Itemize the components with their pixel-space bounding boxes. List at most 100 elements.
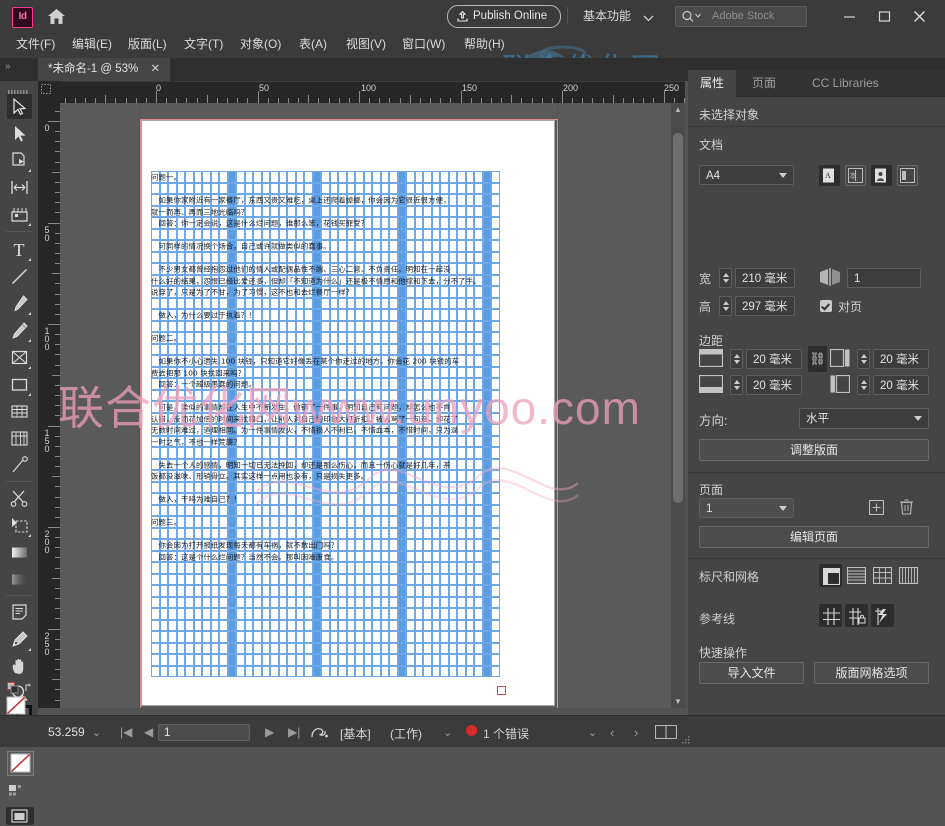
chain-link-icon[interactable]: ⛓ [808,346,827,372]
content-collector-tool[interactable] [7,202,32,227]
gradient-tool-handle[interactable] [7,453,32,478]
direction-select[interactable]: 水平 [799,408,929,429]
trash-icon[interactable] [899,499,915,516]
adobe-stock-search[interactable]: Adobe Stock [675,6,807,27]
prev-page-icon[interactable]: ◀ [144,725,153,739]
close-icon[interactable]: ✕ [151,63,161,75]
baseline-grid-icon[interactable] [845,564,868,587]
menu-view[interactable]: 视图(V) [338,31,394,58]
layout-grid[interactable]: 问题一。 如果你家附近有一家餐厅，东西又贵又难吃，桌上还爬着蟑螂，你会因为它很近… [151,171,500,681]
chevron-down-icon[interactable] [643,11,654,25]
grid-options-button[interactable]: 版面网格选项 [814,662,929,684]
web-intent-icon[interactable]: 本 [845,165,866,186]
screen-mode-row[interactable] [8,784,32,798]
menu-object[interactable]: 对象(O) [232,31,289,58]
prev-view-icon[interactable]: ‹ [610,725,614,740]
rectangle-tool[interactable] [7,372,32,397]
publish-online-button[interactable]: Publish Online [447,5,562,28]
portrait-intent-icon[interactable]: A [819,165,840,186]
workspace-switcher[interactable]: 基本功能 [583,7,631,24]
ruler-origin[interactable] [38,81,61,104]
error-dropdown-icon[interactable]: ⌄ [588,726,597,739]
first-page-icon[interactable]: |◀ [120,725,132,739]
collapse-panels-icon[interactable]: » [5,61,10,72]
import-file-button[interactable]: 导入文件 [699,662,804,684]
tab-properties[interactable]: 属性 [688,70,737,97]
error-count-label[interactable]: 1 个错误 [483,725,529,742]
fill-stroke-swap-row[interactable] [7,682,32,694]
margin-right-input[interactable]: 20 毫米 [873,375,929,395]
print-intent-icon[interactable] [871,165,892,186]
screen-mode-button[interactable] [6,807,34,825]
ruler-icon[interactable] [819,564,842,587]
apply-none-swatch[interactable] [7,751,34,776]
text-frame-handle[interactable] [497,686,506,695]
gap-tool[interactable] [7,175,32,200]
width-stepper[interactable] [719,268,732,288]
zoom-level-value[interactable]: 53.259 [48,725,85,739]
smart-guides-icon[interactable] [871,604,894,627]
gradient-swatch-tool[interactable] [7,540,32,565]
scroll-up-icon[interactable]: ▲ [674,105,682,114]
scroll-down-icon[interactable]: ▼ [674,697,682,706]
lock-guides-icon[interactable] [845,604,868,627]
layout-grid-icon[interactable] [897,564,920,587]
direct-selection-tool[interactable] [7,121,32,146]
margin-left-stepper[interactable] [857,349,870,369]
margin-top-stepper[interactable] [730,349,743,369]
tab-pages[interactable]: 页面 [740,70,788,97]
page-tool[interactable] [7,148,32,173]
menu-help[interactable]: 帮助(H) [456,31,513,58]
type-tool[interactable]: T [7,237,32,262]
facing-pages-checkbox[interactable] [820,300,832,312]
gradient-feather-tool[interactable] [7,567,32,592]
preflight-dropdown-icon[interactable]: ⌄ [443,726,452,739]
free-transform-tool[interactable] [7,426,32,451]
canvas-vertical-scrollbar[interactable]: ▲ ▼ [671,103,685,708]
margin-top-input[interactable]: 20 毫米 [746,349,802,369]
pen-tool[interactable] [7,291,32,316]
document-grid-icon[interactable] [871,564,894,587]
frame-tool[interactable] [7,345,32,370]
current-page-select[interactable]: 1 [699,498,794,518]
horizontal-ruler[interactable]: 0 50 100 150 200 250 [60,81,685,104]
table-tool[interactable] [7,399,32,424]
eyedropper-tool[interactable] [7,627,32,652]
page-number-input[interactable]: 1 [158,724,250,741]
scissors-tool[interactable] [7,486,32,511]
transform-tool[interactable] [7,513,32,538]
maximize-button[interactable] [867,0,902,31]
toolbar-grip[interactable] [8,85,30,95]
page-size-preset-select[interactable]: A4 [699,165,794,185]
menu-layout[interactable]: 版面(L) [120,31,175,58]
home-icon[interactable] [47,8,66,25]
selection-tool[interactable] [7,94,32,119]
scrollbar-thumb[interactable] [673,133,683,503]
page-1[interactable]: 问题一。 如果你家附近有一家餐厅，东西又贵又难吃，桌上还爬着蟑螂，你会因为它很近… [142,121,554,705]
mobile-intent-icon[interactable] [897,165,918,186]
hand-tool[interactable] [7,654,32,679]
last-page-icon[interactable]: ▶| [288,725,300,739]
preflight-icon[interactable] [310,725,329,742]
height-input[interactable]: 297 毫米 [735,296,795,316]
zoom-dropdown-icon[interactable]: ⌄ [92,726,101,739]
show-guides-icon[interactable] [819,604,842,627]
note-tool[interactable] [7,600,32,625]
margin-bottom-input[interactable]: 20 毫米 [746,375,802,395]
preflight-profile-label[interactable]: [基本] [340,725,371,742]
pages-count-input[interactable]: 1 [847,268,921,288]
minimize-button[interactable] [832,0,867,31]
document-tab[interactable]: *未命名-1 @ 53% ✕ [38,58,171,81]
close-button[interactable] [902,0,937,31]
margin-right-stepper[interactable] [857,375,870,395]
adjust-layout-button[interactable]: 调整版面 [699,439,929,461]
add-page-icon[interactable] [868,499,885,516]
menu-window[interactable]: 窗口(W) [394,31,453,58]
edit-pages-button[interactable]: 编辑页面 [699,526,929,548]
line-tool[interactable] [7,264,32,289]
menu-file[interactable]: 文件(F) [8,31,63,58]
height-stepper[interactable] [719,296,732,316]
tab-cc-libraries[interactable]: CC Libraries [800,70,891,97]
margin-bottom-stepper[interactable] [730,375,743,395]
document-canvas[interactable]: 问题一。 如果你家附近有一家餐厅，东西又贵又难吃，桌上还爬着蟑螂，你会因为它很近… [60,103,685,708]
